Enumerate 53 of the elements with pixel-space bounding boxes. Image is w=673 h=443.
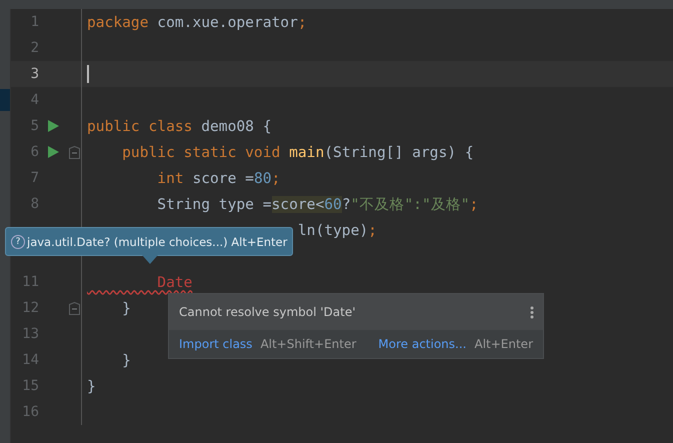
keyword-text: int xyxy=(156,170,184,186)
tool-window-marker[interactable] xyxy=(0,89,10,111)
line-number: 4 xyxy=(30,92,39,108)
line-number: 14 xyxy=(22,352,39,368)
code-text: } xyxy=(121,352,131,368)
method-name: main xyxy=(289,144,324,160)
line-number: 1 xyxy=(30,14,39,30)
shortcut-text: Alt+Shift+Enter xyxy=(260,337,356,351)
code-text: score = xyxy=(191,170,254,186)
keyword-text: ; xyxy=(272,170,280,186)
line-number: 15 xyxy=(22,378,39,394)
keyword-text: public class xyxy=(87,118,192,134)
string-literal: "不及格":"及格" xyxy=(350,194,470,214)
text-caret xyxy=(87,65,89,83)
keyword-text: ; xyxy=(368,222,377,238)
code-text: } xyxy=(121,300,131,316)
line-number: 11 xyxy=(22,274,39,290)
line-number: 7 xyxy=(30,170,39,186)
more-options-icon[interactable] xyxy=(530,306,534,318)
line-number: 8 xyxy=(30,196,39,212)
line-number: 13 xyxy=(22,326,39,342)
highlighted-code: score< xyxy=(272,196,324,212)
keyword-text: ; xyxy=(298,14,307,30)
line-number: 12 xyxy=(22,300,39,316)
code-text: } xyxy=(87,378,96,394)
run-icon[interactable] xyxy=(48,146,58,158)
line-number: 3 xyxy=(30,66,39,82)
help-icon: ? xyxy=(11,234,25,248)
action-link[interactable]: Import class xyxy=(179,337,252,351)
code-text: demo08 { xyxy=(200,118,272,134)
error-message: Cannot resolve symbol 'Date' xyxy=(179,305,356,319)
fold-icon[interactable] xyxy=(68,302,80,314)
code-text: ln(type) xyxy=(296,222,368,238)
run-icon[interactable] xyxy=(48,120,58,132)
line-number: 6 xyxy=(30,144,39,160)
hint-text: java.util.Date? (multiple choices...) Alt+Enter xyxy=(27,234,288,248)
code-text: (String[] args) { xyxy=(324,144,474,160)
line-number: 16 xyxy=(22,404,39,420)
error-symbol: Date xyxy=(156,274,192,290)
fold-icon[interactable] xyxy=(68,146,80,158)
number-literal: 80 xyxy=(254,170,272,186)
action-link[interactable]: More actions... xyxy=(378,337,466,351)
keyword-text: public static void xyxy=(121,144,282,160)
tooltip-pointer-icon xyxy=(142,255,158,264)
code-text: ? xyxy=(342,196,351,212)
line-number: 5 xyxy=(30,118,39,134)
highlighted-number: 60 xyxy=(324,196,342,212)
code-text: String type = xyxy=(156,196,272,212)
keyword-text: package xyxy=(87,14,149,30)
shortcut-text: Alt+Enter xyxy=(474,337,533,351)
line-number: 2 xyxy=(30,40,39,56)
keyword-text: ; xyxy=(470,196,478,212)
code-text: com.xue.operator xyxy=(156,14,298,30)
